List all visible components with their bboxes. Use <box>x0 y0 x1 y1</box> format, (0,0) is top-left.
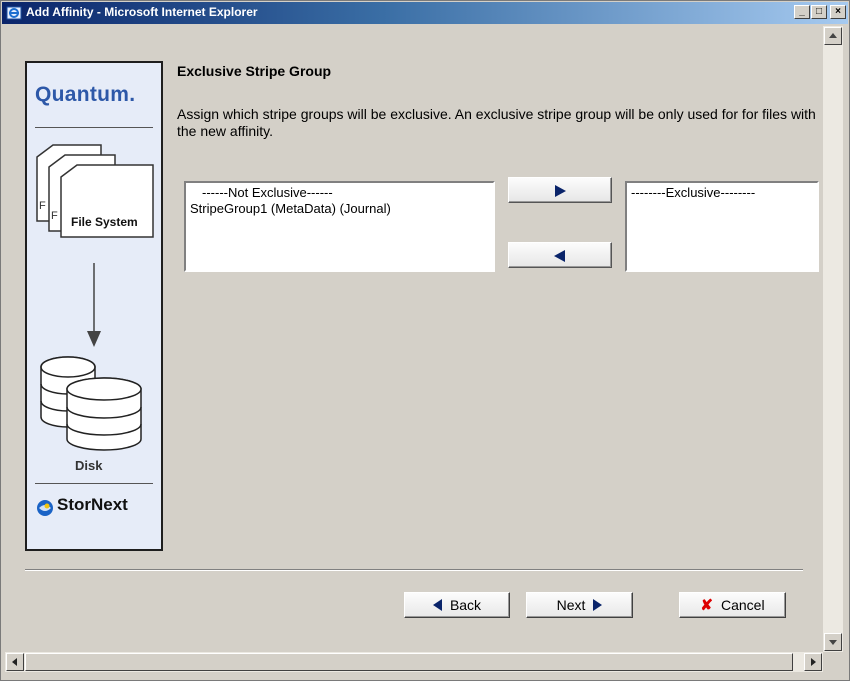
arrow-left-icon <box>554 250 565 262</box>
arrow-right-icon <box>555 185 566 197</box>
horizontal-scrollbar[interactable] <box>5 652 823 672</box>
stornext-globe-icon <box>37 500 53 516</box>
disk-icon <box>40 356 142 451</box>
scroll-left-button[interactable] <box>6 653 24 671</box>
maximize-button[interactable]: □ <box>811 5 827 19</box>
not-exclusive-list[interactable]: ------Not Exclusive------ StripeGroup1 (… <box>184 181 495 272</box>
quantum-logo: Quantum. <box>35 83 136 106</box>
ie-window: Add Affinity - Microsoft Internet Explor… <box>0 0 850 681</box>
stornext-logo: StorNext <box>57 495 128 514</box>
title-bar[interactable]: Add Affinity - Microsoft Internet Explor… <box>2 2 848 24</box>
page-title: Exclusive Stripe Group <box>177 63 332 79</box>
back-label: Back <box>449 597 482 613</box>
back-button[interactable]: Back <box>404 592 510 618</box>
wizard-sidebar: Quantum. F F File System Disk StorNext <box>25 61 163 551</box>
minimize-button[interactable]: _ <box>794 5 810 19</box>
scroll-up-arrow-icon <box>829 33 837 38</box>
back-arrow-icon <box>432 599 442 611</box>
next-button[interactable]: Next <box>526 592 633 618</box>
move-to-not-exclusive-button[interactable] <box>508 242 612 268</box>
list-header: --------Exclusive-------- <box>631 185 756 200</box>
scroll-up-button[interactable] <box>824 27 842 45</box>
list-header: ------Not Exclusive------ <box>202 185 333 200</box>
page-description: Assign which stripe groups will be exclu… <box>177 106 816 139</box>
sidebar-divider <box>35 483 153 484</box>
scroll-thumb[interactable] <box>25 653 793 671</box>
svg-text:F: F <box>39 200 46 212</box>
window-title: Add Affinity - Microsoft Internet Explor… <box>26 5 258 19</box>
exclusive-list[interactable]: --------Exclusive-------- <box>625 181 819 272</box>
next-arrow-icon <box>593 599 603 611</box>
cancel-label: Cancel <box>720 597 765 613</box>
sidebar-divider <box>35 127 153 128</box>
disk-label: Disk <box>75 458 103 473</box>
vertical-scrollbar[interactable] <box>823 26 843 652</box>
internet-explorer-icon <box>6 6 22 20</box>
next-label: Next <box>556 597 586 613</box>
scroll-down-arrow-icon <box>829 640 837 645</box>
scroll-down-button[interactable] <box>824 633 842 651</box>
move-to-exclusive-button[interactable] <box>508 177 612 203</box>
down-arrow-icon <box>87 263 101 347</box>
cancel-x-icon: ✘ <box>700 597 713 614</box>
close-button[interactable]: × <box>830 5 846 19</box>
scroll-left-arrow-icon <box>12 658 17 666</box>
scroll-right-arrow-icon <box>811 658 816 666</box>
svg-text:F: F <box>51 210 58 222</box>
file-system-label: File System <box>71 215 138 229</box>
page-content: Quantum. F F File System Disk StorNext E… <box>5 26 845 652</box>
scroll-right-button[interactable] <box>804 653 822 671</box>
list-item-stripegroup1[interactable]: StripeGroup1 (MetaData) (Journal) <box>190 201 489 217</box>
footer-divider <box>25 569 803 571</box>
cancel-button[interactable]: ✘ Cancel <box>679 592 786 618</box>
